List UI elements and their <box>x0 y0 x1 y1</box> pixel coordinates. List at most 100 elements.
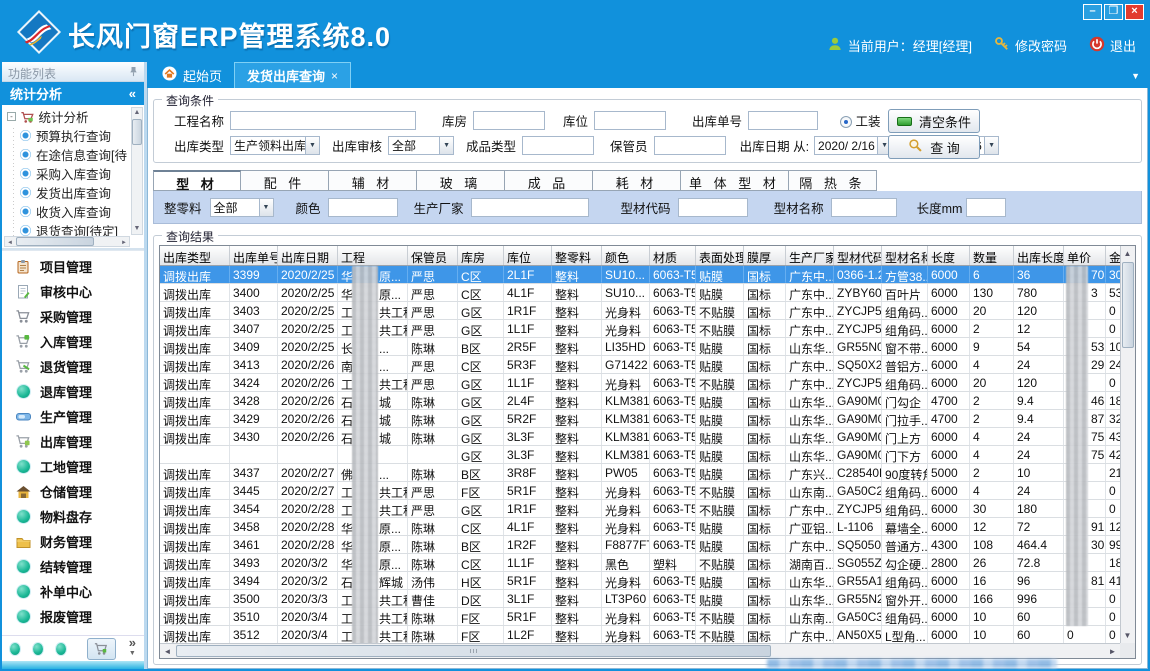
module-dot-icon[interactable] <box>33 643 43 655</box>
column-header[interactable]: 材质 <box>650 246 696 265</box>
sidebar-item-circle[interactable]: 退库管理 <box>2 379 144 404</box>
column-header[interactable]: 保管员 <box>408 246 458 265</box>
search-button[interactable]: 查 询 <box>888 135 980 159</box>
table-row[interactable]: 调拨出库34542020/2/28工共工程严思G区1R1F整料光身料6063-T… <box>160 500 1120 518</box>
tree-vertical-scrollbar[interactable]: ▲ ▼ <box>131 107 143 235</box>
column-header[interactable]: 单价 <box>1064 246 1106 265</box>
change-password-button[interactable]: 修改密码 <box>994 36 1067 55</box>
code-input[interactable] <box>678 198 748 217</box>
scroll-thumb[interactable] <box>132 119 142 145</box>
column-header[interactable]: 整零料 <box>552 246 602 265</box>
column-header[interactable]: 长度 <box>928 246 970 265</box>
sidebar-item-folder[interactable]: 财务管理 <box>2 529 144 554</box>
sidebar-item-audit[interactable]: 审核中心 <box>2 279 144 304</box>
column-header[interactable]: 生产厂家 <box>786 246 834 265</box>
material-tab[interactable]: 成 品 <box>505 170 593 191</box>
table-row[interactable]: 调拨出库34452020/2/27工共工程严思F区5R1F整料光身料6063-T… <box>160 482 1120 500</box>
table-row[interactable]: 调拨出库34292020/2/26石城陈琳G区5R2F整料KLM38176063… <box>160 410 1120 428</box>
material-tab[interactable]: 玻 璃 <box>417 170 505 191</box>
sidebar-item-clipboard[interactable]: 项目管理 <box>2 254 144 279</box>
table-row[interactable]: 调拨出库34302020/2/26石城陈琳G区3L3F整料KLM38176063… <box>160 428 1120 446</box>
table-row[interactable]: 调拨出库34092020/2/25长...陈琳B区2R5F整料LI35HD606… <box>160 338 1120 356</box>
table-row[interactable]: 调拨出库34072020/2/25工共工程严思G区1L1F整料光身料6063-T… <box>160 320 1120 338</box>
column-header[interactable]: 出库单号 <box>230 246 278 265</box>
scroll-thumb[interactable] <box>16 237 94 246</box>
minimize-button[interactable]: – <box>1083 4 1102 20</box>
material-tab[interactable]: 辅 材 <box>329 170 417 191</box>
tree-item[interactable]: 预算执行查询 <box>6 126 130 145</box>
maximize-button[interactable]: ❐ <box>1104 4 1123 20</box>
tab-list-caret-icon[interactable]: ▼ <box>1131 71 1140 81</box>
module-dot-icon[interactable] <box>56 643 66 655</box>
column-header[interactable]: 表面处理 <box>696 246 744 265</box>
tree-item[interactable]: 采购入库查询 <box>6 164 130 183</box>
scroll-left-icon[interactable]: ◄ <box>5 238 15 248</box>
overflow-chevron[interactable]: »▼ <box>129 639 136 658</box>
column-header[interactable]: 金 <box>1106 246 1120 265</box>
cart-module-button[interactable] <box>87 638 116 660</box>
table-row[interactable]: 调拨出库34942020/3/2石辉城汤伟H区5R1F整料光身料6063-T5贴… <box>160 572 1120 590</box>
module-dot-icon[interactable] <box>10 643 20 655</box>
scroll-up-icon[interactable]: ▲ <box>132 108 142 118</box>
table-row[interactable]: 调拨出库34612020/2/28华原...陈琳B区1R2F整料F8877FT6… <box>160 536 1120 554</box>
column-header[interactable]: 型材名称 <box>882 246 928 265</box>
logout-button[interactable]: 退出 <box>1089 36 1136 55</box>
column-header[interactable]: 膜厚 <box>744 246 786 265</box>
product-type-input[interactable] <box>522 136 594 155</box>
column-header[interactable]: 出库日期 <box>278 246 338 265</box>
color-input[interactable] <box>328 198 398 217</box>
material-tab[interactable]: 隔 热 条 <box>789 170 877 191</box>
out-type-select[interactable]: 生产领料出库▼ <box>230 136 320 155</box>
pin-icon[interactable] <box>129 66 138 80</box>
table-row[interactable]: 调拨出库34282020/2/26石城陈琳G区2L4F整料KLM38176063… <box>160 392 1120 410</box>
tab-home[interactable]: 起始页 <box>150 62 234 88</box>
table-row[interactable]: 调拨出库34132020/2/26南...严思C区5R3F整料G71422606… <box>160 356 1120 374</box>
material-tab[interactable]: 配 件 <box>241 170 329 191</box>
table-row[interactable]: 调拨出库34002020/2/25华原...严思C区4L1F整料SU10...6… <box>160 284 1120 302</box>
column-header[interactable]: 数量 <box>970 246 1014 265</box>
maker-input[interactable] <box>471 198 589 217</box>
table-row[interactable]: 调拨出库35122020/3/4工共工程陈琳F区1L2F整料光身料6063-T5… <box>160 626 1120 643</box>
order-no-input[interactable] <box>748 111 818 130</box>
tab-active-page[interactable]: 发货出库查询× <box>234 62 351 88</box>
scroll-up-icon[interactable]: ▲ <box>1120 246 1135 261</box>
location-input[interactable] <box>594 111 666 130</box>
table-row[interactable]: 调拨出库34582020/2/28华原...陈琳C区4L1F整料光身料6063-… <box>160 518 1120 536</box>
sidebar-item-chip[interactable]: 生产管理 <box>2 404 144 429</box>
sidebar-item-cart-return[interactable]: 退货管理 <box>2 354 144 379</box>
table-row[interactable]: 调拨出库34032020/2/25工共工程严思G区1R1F整料光身料6063-T… <box>160 302 1120 320</box>
section-header-statistics[interactable]: 统计分析 « <box>2 82 144 105</box>
scroll-thumb[interactable] <box>1122 262 1134 348</box>
material-tab[interactable]: 型 材 <box>153 170 241 191</box>
scroll-right-icon[interactable]: ► <box>119 238 129 248</box>
tree-item[interactable]: 在途信息查询[待 <box>6 145 130 164</box>
scroll-down-icon[interactable]: ▼ <box>132 224 142 234</box>
table-row[interactable]: 调拨出库34242020/2/26工共工程严思G区1L1F整料光身料6063-T… <box>160 374 1120 392</box>
table-row[interactable]: 调拨出库35102020/3/4工共工程陈琳F区5R1F整料光身料6063-T5… <box>160 608 1120 626</box>
tab-close-icon[interactable]: × <box>331 69 338 83</box>
column-header[interactable]: 库房 <box>458 246 504 265</box>
project-name-input[interactable] <box>230 111 416 130</box>
sidebar-item-circle[interactable]: 报废管理 <box>2 604 144 629</box>
column-header[interactable]: 颜色 <box>602 246 650 265</box>
length-input[interactable] <box>966 198 1006 217</box>
grid-horizontal-scrollbar[interactable]: ◄ ► <box>160 643 1120 658</box>
tree-horizontal-scrollbar[interactable]: ◄ ► <box>4 236 130 247</box>
scroll-thumb[interactable] <box>176 645 771 657</box>
tree-item[interactable]: 退货查询[待定] <box>6 221 130 236</box>
warehouse-input[interactable] <box>473 111 545 130</box>
sidebar-item-circle[interactable]: 补单中心 <box>2 579 144 604</box>
whole-part-select[interactable]: 全部▼ <box>210 198 274 217</box>
tree-expander-icon[interactable]: - <box>7 112 16 121</box>
sidebar-item-circle[interactable]: 结转管理 <box>2 554 144 579</box>
sidebar-item-circle[interactable]: 工地管理 <box>2 454 144 479</box>
tree-item[interactable]: 收货入库查询 <box>6 202 130 221</box>
material-tab[interactable]: 耗 材 <box>593 170 681 191</box>
tree-item[interactable]: 发货出库查询 <box>6 183 130 202</box>
grid-vertical-scrollbar[interactable]: ▲ ▼ <box>1120 246 1135 643</box>
table-row[interactable]: 调拨出库33992020/2/25华原...严思C区2L1F整料SU10...6… <box>160 266 1120 284</box>
sidebar-item-cart-in[interactable]: 入库管理 <box>2 329 144 354</box>
audit-select[interactable]: 全部▼ <box>388 136 454 155</box>
sidebar-item-circle[interactable]: 物料盘存 <box>2 504 144 529</box>
material-tab[interactable]: 单 体 型 材 <box>681 170 789 191</box>
